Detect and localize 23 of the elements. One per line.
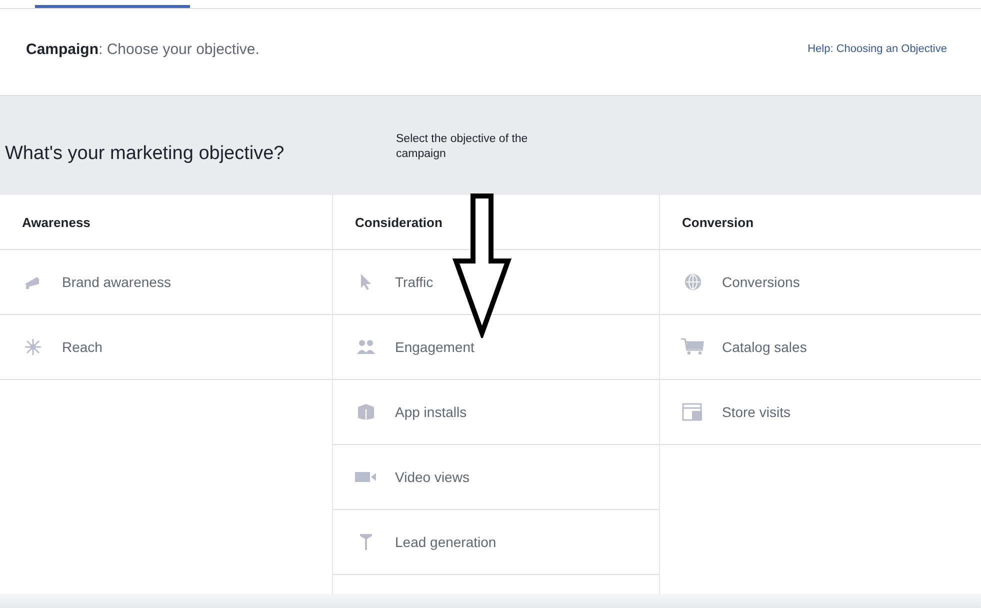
cart-icon [681,338,705,356]
objective-option[interactable]: Conversions [660,250,981,315]
banner-question: What's your marketing objective? [5,143,284,165]
objective-option[interactable]: Brand awareness [0,250,332,315]
objective-option[interactable]: Store visits [660,380,981,445]
page-title: Campaign: Choose your objective. [26,40,260,58]
annotation-text: Select the objective of the campaign [396,132,529,162]
storefront-icon [682,403,704,421]
cursor-icon [359,273,373,291]
objective-option[interactable]: Video views [333,445,659,510]
column-heading: Conversion [660,195,981,250]
objective-option[interactable]: Catalog sales [660,315,981,380]
objective-option[interactable]: Reach [0,315,332,380]
objective-option[interactable]: Lead generation [333,510,659,575]
box-icon [357,403,375,421]
help-link[interactable]: Help: Choosing an Objective [808,43,947,55]
people-icon [356,339,376,355]
column-heading: Awareness [0,195,332,250]
video-camera-icon [355,470,377,484]
objective-option[interactable]: App installs [333,380,659,445]
network-icon [23,337,43,357]
globe-icon [684,273,702,291]
filter-icon [359,533,373,551]
